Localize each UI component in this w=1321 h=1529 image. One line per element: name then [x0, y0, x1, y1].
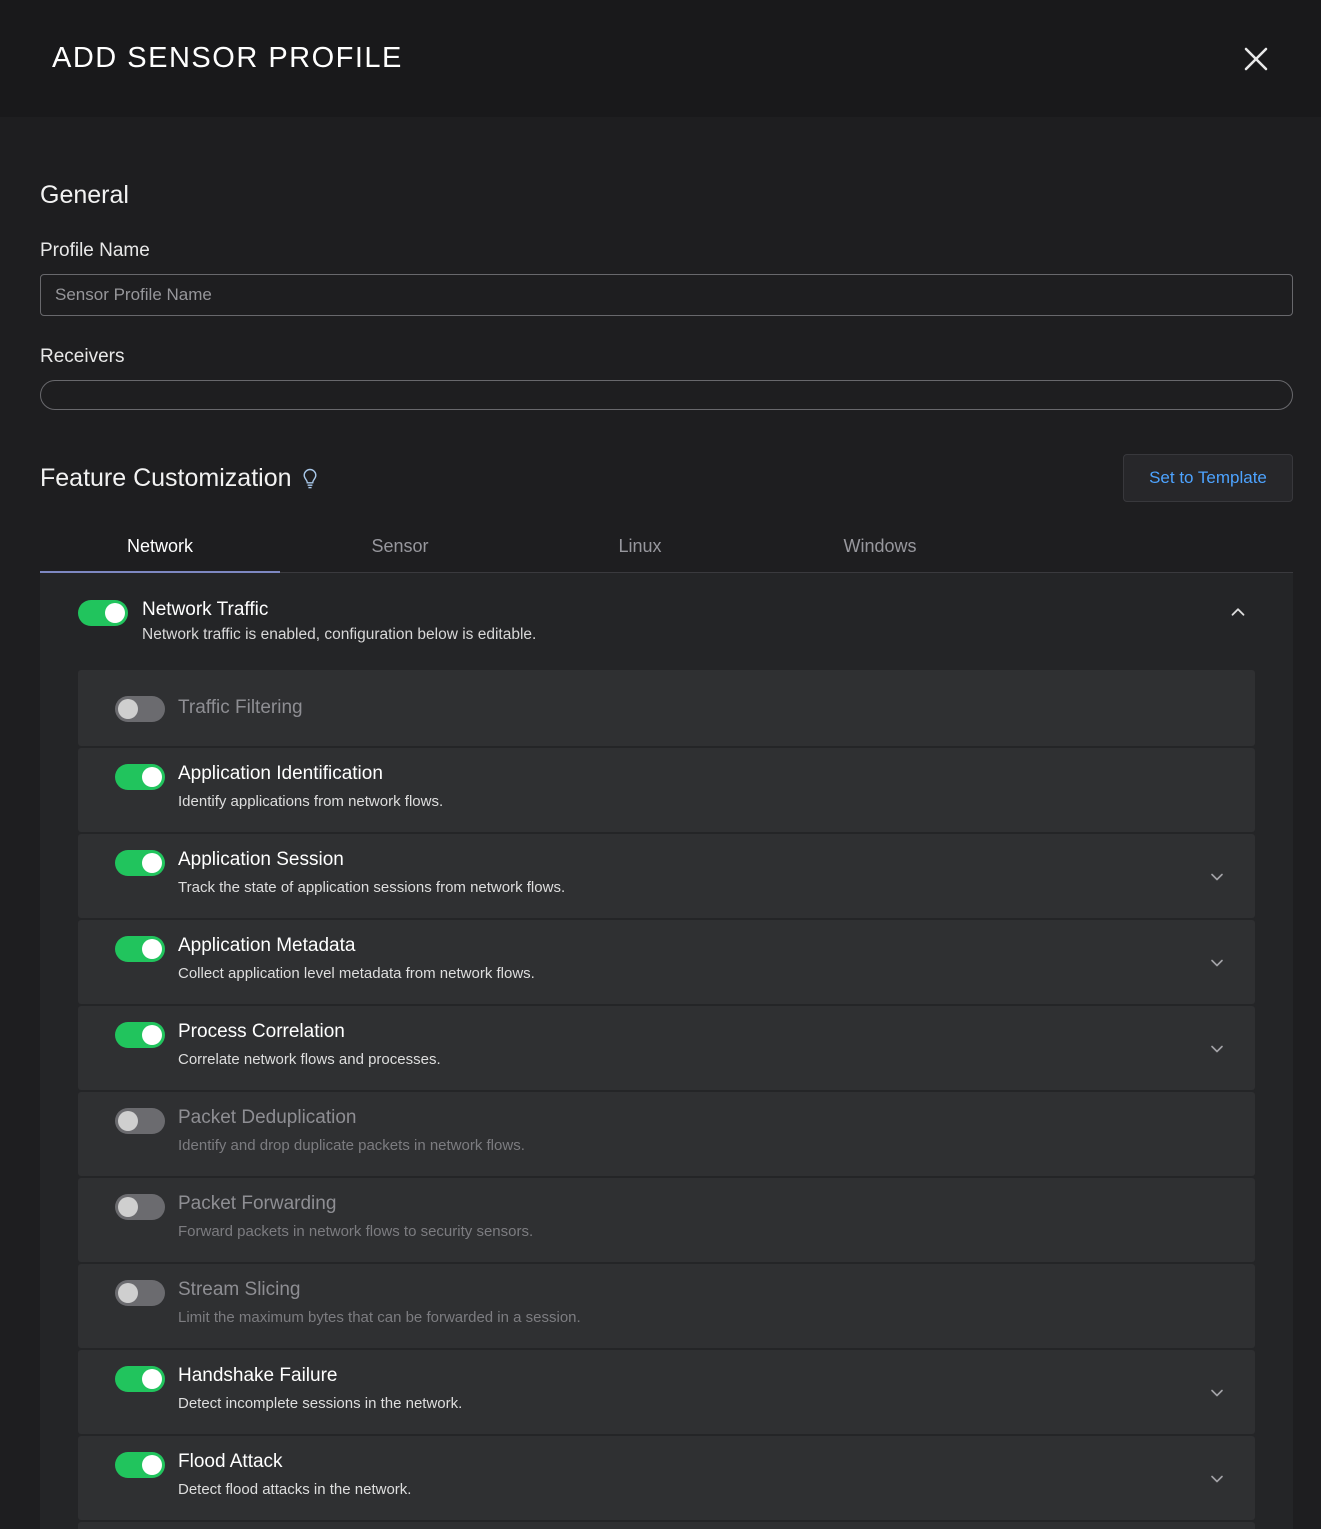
chevron-down-icon [1207, 1469, 1227, 1489]
feature-description: Collect application level metadata from … [178, 965, 1207, 982]
feature-description: Correlate network flows and processes. [178, 1051, 1207, 1068]
expand-handshake-failure-button[interactable] [1207, 1383, 1227, 1408]
tab-sensor[interactable]: Sensor [280, 520, 520, 572]
close-button[interactable] [1239, 42, 1273, 76]
feature-title: Application Identification [178, 763, 1227, 785]
feature-description: Identify applications from network flows… [178, 793, 1227, 810]
feature-description: Track the state of application sessions … [178, 879, 1207, 896]
modal-header: ADD SENSOR PROFILE [0, 0, 1321, 117]
feature-description: Limit the maximum bytes that can be forw… [178, 1309, 1227, 1326]
feature-description: Forward packets in network flows to secu… [178, 1223, 1227, 1240]
feature-card-application-metadata: Application Metadata Collect application… [78, 920, 1255, 1004]
feature-card-packet-forwarding: Packet Forwarding Forward packets in net… [78, 1178, 1255, 1262]
network-tab-panel: Network Traffic Network traffic is enabl… [40, 573, 1293, 1529]
chevron-down-icon [1207, 867, 1227, 887]
packet-forwarding-toggle[interactable] [115, 1194, 165, 1220]
tab-network[interactable]: Network [40, 520, 280, 572]
expand-flood-attack-button[interactable] [1207, 1469, 1227, 1494]
packet-deduplication-toggle[interactable] [115, 1108, 165, 1134]
feature-title: Process Correlation [178, 1021, 1207, 1043]
feature-card-list: Traffic Filtering Application Identifica… [78, 670, 1255, 1529]
traffic-filtering-toggle[interactable] [115, 696, 165, 722]
feature-description: Detect flood attacks in the network. [178, 1481, 1207, 1498]
feature-card-handshake-failure: Handshake Failure Detect incomplete sess… [78, 1350, 1255, 1434]
feature-title: Packet Deduplication [178, 1107, 1227, 1129]
feature-card-partial [78, 1522, 1255, 1529]
feature-card-process-correlation: Process Correlation Correlate network fl… [78, 1006, 1255, 1090]
chevron-down-icon [1207, 953, 1227, 973]
profile-name-label: Profile Name [40, 240, 1293, 262]
application-session-toggle[interactable] [115, 850, 165, 876]
feature-card-packet-deduplication: Packet Deduplication Identify and drop d… [78, 1092, 1255, 1176]
handshake-failure-toggle[interactable] [115, 1366, 165, 1392]
feature-title: Flood Attack [178, 1451, 1207, 1473]
collapse-section-button[interactable] [1227, 601, 1249, 628]
feature-title: Handshake Failure [178, 1365, 1207, 1387]
expand-application-session-button[interactable] [1207, 867, 1227, 892]
application-identification-toggle[interactable] [115, 764, 165, 790]
feature-title: Application Metadata [178, 935, 1207, 957]
feature-title: Traffic Filtering [178, 697, 1227, 719]
tab-windows[interactable]: Windows [760, 520, 1000, 572]
network-traffic-description: Network traffic is enabled, configuratio… [142, 626, 1227, 644]
lightbulb-icon [302, 468, 318, 490]
feature-card-flood-attack: Flood Attack Detect flood attacks in the… [78, 1436, 1255, 1520]
application-metadata-toggle[interactable] [115, 936, 165, 962]
expand-application-metadata-button[interactable] [1207, 953, 1227, 978]
modal-title: ADD SENSOR PROFILE [52, 42, 403, 75]
feature-card-stream-slicing: Stream Slicing Limit the maximum bytes t… [78, 1264, 1255, 1348]
feature-customization-heading: Feature Customization [40, 464, 318, 493]
feature-card-application-identification: Application Identification Identify appl… [78, 748, 1255, 832]
feature-customization-heading-text: Feature Customization [40, 464, 292, 493]
feature-title: Packet Forwarding [178, 1193, 1227, 1215]
chevron-down-icon [1207, 1383, 1227, 1403]
flood-attack-toggle[interactable] [115, 1452, 165, 1478]
profile-name-input[interactable] [40, 274, 1293, 316]
feature-title: Stream Slicing [178, 1279, 1227, 1301]
receivers-label: Receivers [40, 346, 1293, 368]
feature-description: Detect incomplete sessions in the networ… [178, 1395, 1207, 1412]
modal-body: General Profile Name Receivers Feature C… [0, 181, 1321, 1529]
tab-linux[interactable]: Linux [520, 520, 760, 572]
feature-title: Application Session [178, 849, 1207, 871]
network-traffic-toggle[interactable] [78, 600, 128, 626]
receivers-input[interactable] [40, 380, 1293, 410]
feature-card-application-session: Application Session Track the state of a… [78, 834, 1255, 918]
chevron-down-icon [1207, 1039, 1227, 1059]
feature-tabs: Network Sensor Linux Windows [40, 520, 1293, 573]
expand-process-correlation-button[interactable] [1207, 1039, 1227, 1064]
stream-slicing-toggle[interactable] [115, 1280, 165, 1306]
network-traffic-title: Network Traffic [142, 599, 1227, 621]
general-heading: General [40, 181, 1293, 210]
process-correlation-toggle[interactable] [115, 1022, 165, 1048]
network-traffic-row: Network Traffic Network traffic is enabl… [40, 599, 1293, 644]
feature-description: Identify and drop duplicate packets in n… [178, 1137, 1227, 1154]
set-to-template-button[interactable]: Set to Template [1123, 454, 1293, 502]
close-icon [1241, 44, 1271, 74]
chevron-up-icon [1227, 601, 1249, 623]
feature-card-traffic-filtering: Traffic Filtering [78, 670, 1255, 746]
